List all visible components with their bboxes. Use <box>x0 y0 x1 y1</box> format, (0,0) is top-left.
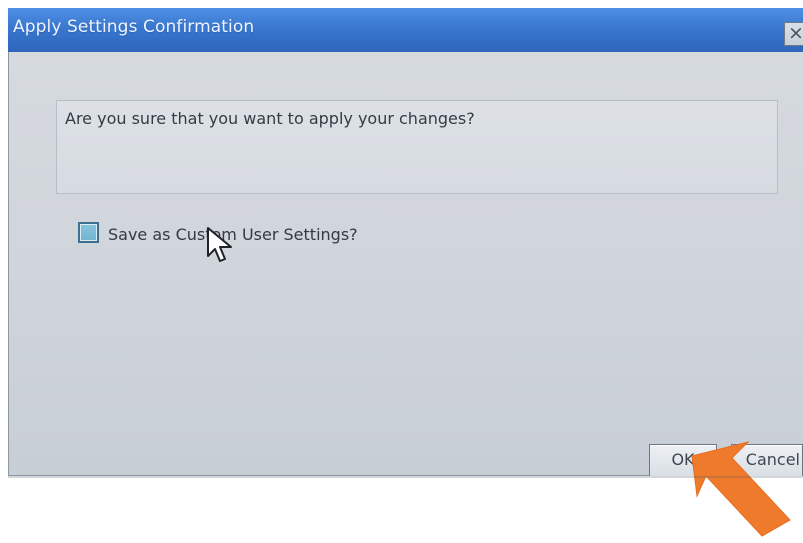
dialog-title-bar[interactable]: Apply Settings Confirmation × <box>8 8 803 52</box>
dialog-bottom-shadow <box>8 476 803 478</box>
save-custom-settings-label[interactable]: Save as Custom User Settings? <box>108 225 358 245</box>
close-button[interactable]: × <box>784 22 803 46</box>
save-custom-settings-option[interactable]: Save as Custom User Settings? <box>78 220 408 250</box>
screenshot-stage: Apply Settings Confirmation × Are you su… <box>0 0 803 543</box>
confirmation-message-box: Are you sure that you want to apply your… <box>56 100 778 194</box>
confirmation-message: Are you sure that you want to apply your… <box>65 109 475 128</box>
settings-confirmation-dialog: Apply Settings Confirmation × Are you su… <box>8 8 803 476</box>
cancel-button[interactable]: Cancel <box>731 444 803 476</box>
save-custom-settings-checkbox[interactable] <box>78 222 99 243</box>
dialog-title: Apply Settings Confirmation <box>13 17 255 37</box>
close-icon: × <box>788 22 803 44</box>
ok-button[interactable]: OK <box>649 444 717 476</box>
